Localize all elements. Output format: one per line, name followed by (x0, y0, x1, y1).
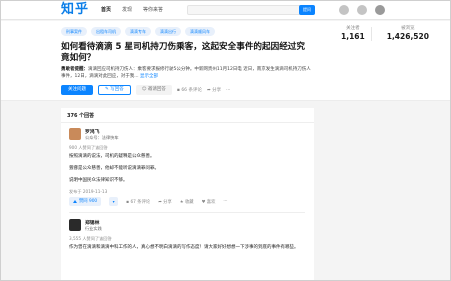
topic-tag[interactable]: 滴滴专车 (125, 27, 151, 36)
nav-waiting[interactable]: 等你来答 (143, 6, 163, 14)
views-label: 被浏览 (401, 26, 415, 31)
invite-answer-button[interactable]: ☺ 邀请回答 (135, 85, 172, 95)
avatar[interactable] (375, 5, 385, 15)
topic-tags: 刑事案件 出租车司机 滴滴专车 滴滴出行 滴滴顺风车 (61, 27, 215, 36)
endorse-count: 900 人赞同了该回答 (69, 145, 108, 150)
top-navbar: 知乎 首页 发现 等你来答 提问 (1, 1, 450, 20)
publish-date[interactable]: 发布于 2019-11-13 (69, 189, 107, 195)
answers-list: 376 个回答 罗鸿飞 公众号：法律快车 900 人赞同了该回答 按照滴滴的说法… (61, 108, 314, 280)
arrow-up-icon (73, 200, 77, 203)
answer-paragraph: 按照滴滴的说法，司机的疑释是公众慈善。 (69, 154, 155, 159)
question-share-link[interactable]: ➦ 分享 (207, 87, 221, 93)
question-share-label: 分享 (212, 88, 222, 93)
topic-tag[interactable]: 滴滴出行 (155, 27, 181, 36)
views-count: 1,426,520 (386, 32, 429, 41)
share-button[interactable]: ➦ 分享 (158, 199, 172, 205)
author-avatar[interactable] (69, 128, 81, 140)
invite-answer-label: 邀请回答 (147, 87, 166, 92)
comments-button[interactable]: ▪ 67 条评论 (126, 199, 150, 205)
more-button[interactable]: ··· (223, 199, 227, 204)
message-icon[interactable] (357, 5, 367, 15)
endorse-count: 3,555 人赞同了该回答 (69, 236, 112, 241)
topic-tag[interactable]: 滴滴顺风车 (185, 27, 215, 36)
divider (69, 212, 305, 213)
question-title: 如何看待滴滴 5 星司机持刀伤乘客，这起安全事件的起因经过究竟如何？ (61, 42, 305, 63)
zhihu-logo[interactable]: 知乎 (61, 2, 89, 18)
question-stats: 关注者 1,161 被浏览 1,426,520 (341, 25, 429, 42)
followers-stat[interactable]: 关注者 1,161 (341, 25, 365, 42)
vote-down-button[interactable]: ▾ (109, 197, 119, 206)
followers-count: 1,161 (341, 32, 365, 41)
views-stat: 被浏览 1,426,520 (387, 25, 429, 42)
answer-count: 376 个回答 (67, 113, 95, 119)
ask-button[interactable]: 提问 (299, 5, 315, 15)
write-answer-label: 写回答 (110, 87, 124, 92)
description-prefix: 勇敢者提醒： (61, 67, 88, 72)
question-actions: 关注问题 ✎ 写回答 ☺ 邀请回答 ▪ 66 条评论 ➦ 分享 ··· (61, 85, 230, 95)
author-avatar[interactable] (69, 219, 81, 231)
like-label: 喜欢 (206, 199, 216, 205)
vote-up-button[interactable]: 赞同 900 (69, 197, 102, 206)
followers-label: 关注者 (346, 26, 360, 31)
author-bio: 行业实践 (85, 226, 102, 231)
answer-paragraph: 聋聋是公众慈善，他却不能听说滴滴罪问罪。 (69, 166, 159, 171)
description-text: 滴滴回应司机持刀伤人：乘客要求报修行驶5公分钟。中新网贵州11月12日电 近日，… (61, 67, 311, 79)
comments-label: 67 条评论 (130, 199, 151, 205)
share-label: 分享 (163, 199, 172, 205)
topic-tag[interactable]: 出租车司机 (91, 27, 121, 36)
nav-discover[interactable]: 发现 (122, 6, 132, 14)
question-header: 刑事案件 出租车司机 滴滴专车 滴滴出行 滴滴顺风车 如何看待滴滴 5 星司机持… (1, 21, 450, 101)
vote-up-label: 赞同 900 (79, 199, 98, 204)
answer-actions: 赞同 900 ▾ ▪ 67 条评论 ➦ 分享 ★ 收藏 ♥ 喜欢 ··· (69, 197, 227, 206)
author-name[interactable]: 罗鸿飞 (85, 128, 99, 135)
answer-paragraph: 说明中国民众法律知识不够。 (69, 178, 128, 183)
question-comments-label: 66 条评论 (181, 88, 202, 93)
author-name[interactable]: 郑锡林 (85, 219, 99, 226)
write-answer-button[interactable]: ✎ 写回答 (98, 85, 131, 95)
question-more-button[interactable]: ··· (226, 88, 230, 93)
stats-divider (371, 27, 372, 41)
favorite-button[interactable]: ★ 收藏 (180, 199, 194, 205)
main-nav: 首页 发现 等你来答 (101, 6, 163, 14)
browser-viewport: 知乎 首页 发现 等你来答 提问 刑事案件 出租车司机 滴滴专车 滴滴出行 滴滴… (0, 0, 451, 281)
author-bio: 公众号：法律快车 (85, 135, 119, 140)
search-input[interactable] (187, 5, 306, 15)
like-button[interactable]: ♥ 喜欢 (202, 199, 216, 205)
favorite-label: 收藏 (184, 199, 194, 205)
question-comments-link[interactable]: ▪ 66 条评论 (177, 87, 202, 93)
notification-icon[interactable] (339, 5, 349, 15)
answer-paragraph: 作为曾在滴滴和滴滴中科工作的人，真心想不明白滴滴的写作态度！请大家好好想想一下涉… (69, 245, 299, 250)
divider (61, 122, 314, 123)
question-description: 勇敢者提醒：滴滴回应司机持刀伤人：乘客要求报修行驶5公分钟。中新网贵州11月12… (61, 66, 313, 80)
follow-question-button[interactable]: 关注问题 (61, 85, 93, 95)
show-all-link[interactable]: 显示全部 (140, 74, 158, 79)
nav-home[interactable]: 首页 (101, 6, 111, 14)
topic-tag[interactable]: 刑事案件 (61, 27, 87, 36)
